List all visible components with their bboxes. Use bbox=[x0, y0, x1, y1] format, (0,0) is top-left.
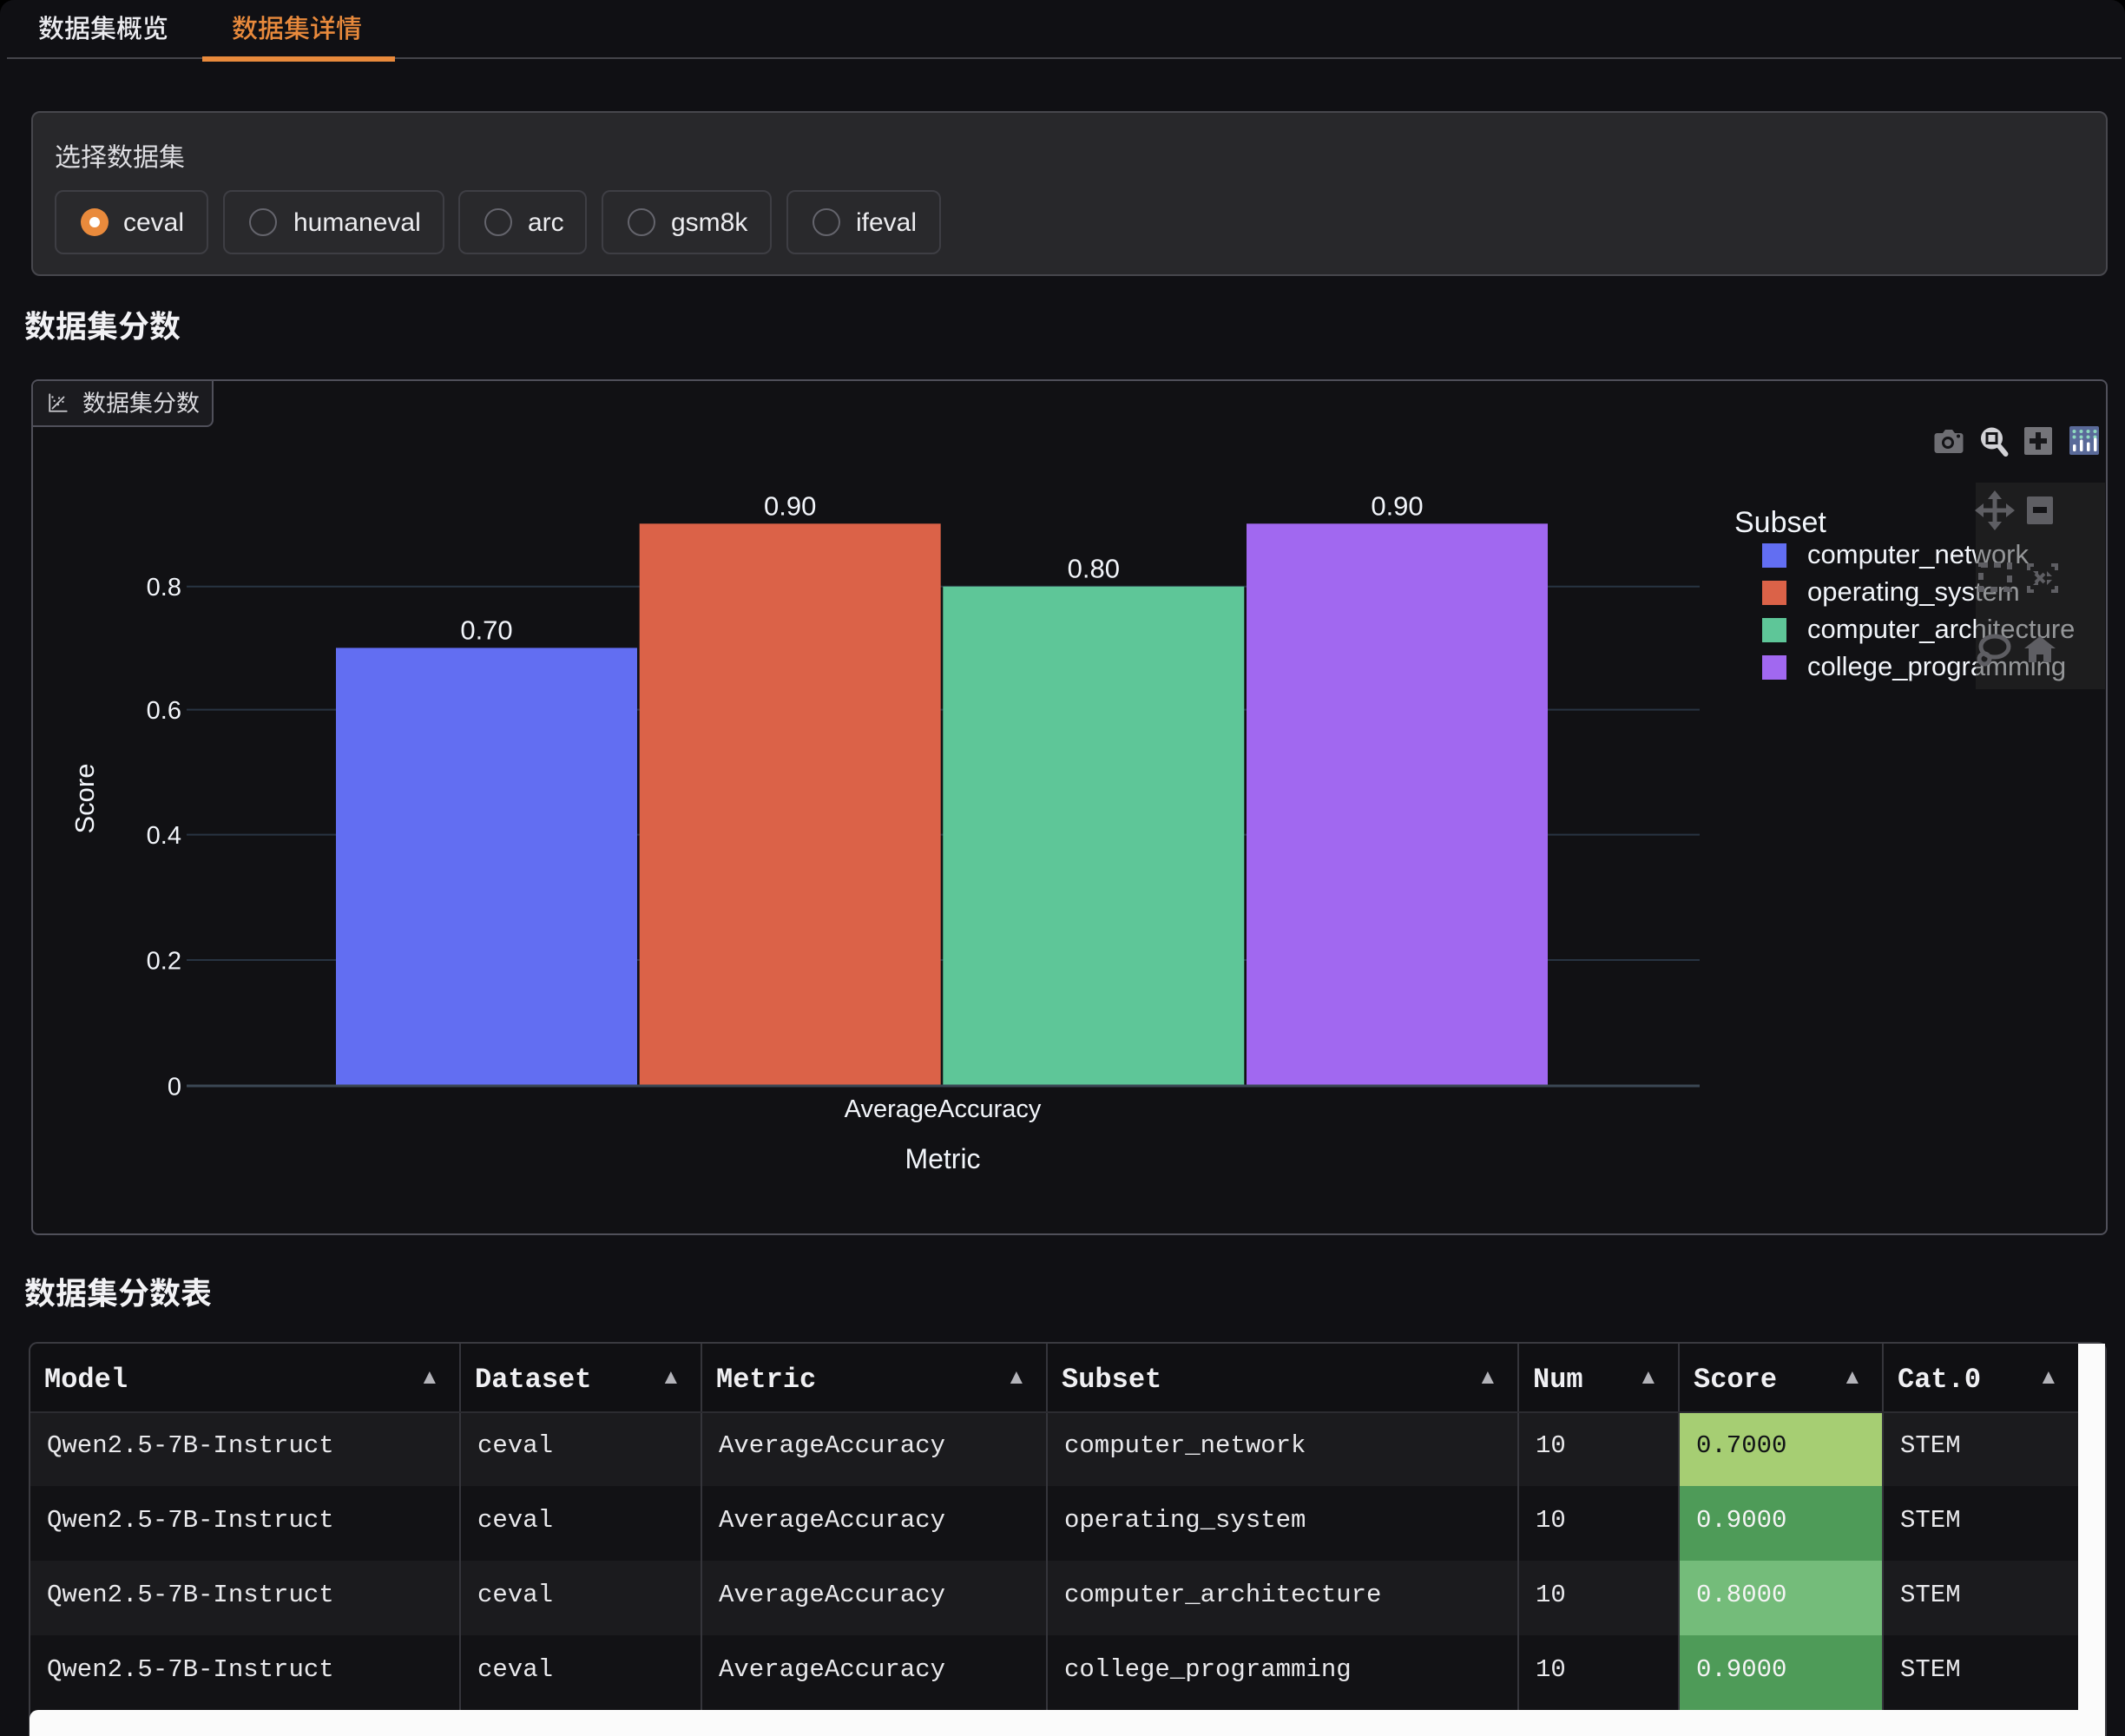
svg-text:AverageAccuracy: AverageAccuracy bbox=[845, 1095, 1042, 1123]
svg-text:0.2: 0.2 bbox=[147, 948, 181, 976]
svg-text:0.90: 0.90 bbox=[1371, 490, 1423, 521]
svg-text:Subset: Subset bbox=[1734, 506, 1826, 539]
svg-text:0.6: 0.6 bbox=[147, 697, 181, 725]
svg-text:0: 0 bbox=[168, 1074, 181, 1101]
svg-text:Metric: Metric bbox=[905, 1143, 980, 1174]
svg-text:0.4: 0.4 bbox=[147, 822, 181, 850]
svg-text:0.8: 0.8 bbox=[147, 574, 181, 602]
svg-text:0.90: 0.90 bbox=[764, 490, 816, 521]
svg-text:0.80: 0.80 bbox=[1068, 554, 1120, 584]
svg-text:0.70: 0.70 bbox=[460, 615, 512, 645]
svg-text:Score: Score bbox=[69, 764, 100, 834]
